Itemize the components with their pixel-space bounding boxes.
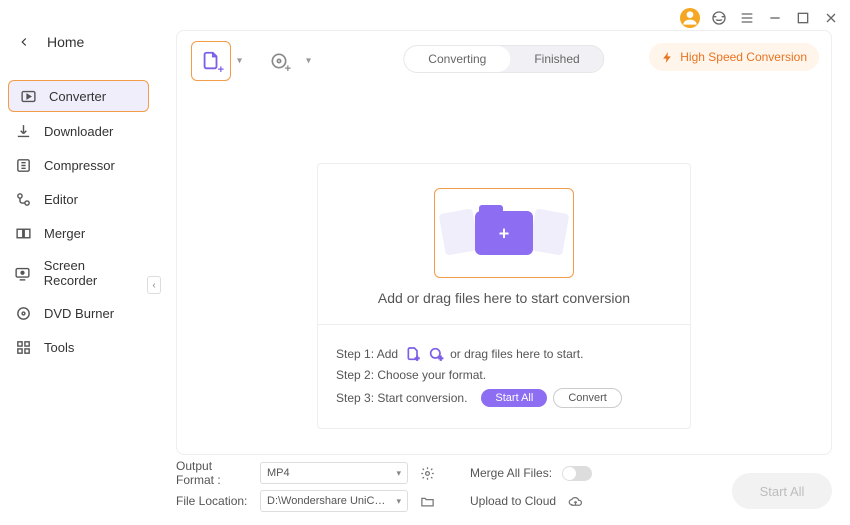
maximize-icon[interactable] [794,9,812,27]
back-button[interactable]: Home [0,28,155,56]
svg-text:+: + [415,353,419,361]
converter-icon [19,87,37,105]
chevron-down-icon[interactable]: ▾ [306,56,311,67]
sidebar-item-label: Merger [44,226,85,241]
chevron-down-icon[interactable]: ▾ [237,56,242,67]
settings-icon[interactable] [418,464,436,482]
add-file-button[interactable]: + ▾ [191,41,231,81]
avatar[interactable] [680,8,700,28]
back-label: Home [47,34,84,50]
tools-icon [14,338,32,356]
sidebar: Home Converter Downloader Compressor Edi… [0,0,155,525]
cloud-upload-icon[interactable] [566,492,584,510]
file-location-label: File Location: [176,494,250,508]
main-panel: + ▾ + ▾ Converting Finished High Speed C… [176,30,832,455]
compressor-icon [14,156,32,174]
disc-plus-icon: + [427,345,444,362]
sidebar-item-screen-recorder[interactable]: Screen Recorder [0,250,155,296]
high-speed-label: High Speed Conversion [680,50,807,64]
chevron-down-icon: ▾ [396,468,401,479]
drop-area[interactable]: + Add or drag files here to start conver… [317,163,691,429]
merger-icon [14,224,32,242]
step2-text: Step 2: Choose your format. [336,368,486,382]
sidebar-item-downloader[interactable]: Downloader [0,114,155,148]
sidebar-item-merger[interactable]: Merger [0,216,155,250]
output-format-select[interactable]: MP4 ▾ [260,462,408,484]
sidebar-item-label: Screen Recorder [44,258,141,288]
sidebar-item-label: Tools [44,340,74,355]
screen-recorder-icon [14,264,32,282]
sidebar-item-label: Editor [44,192,78,207]
file-plus-icon: + [404,345,421,362]
add-dvd-button[interactable]: + ▾ [259,41,299,81]
step1-prefix: Step 1: Add [336,347,398,361]
chevron-down-icon: ▾ [396,496,401,507]
convert-pill[interactable]: Convert [553,388,622,408]
output-format-value: MP4 [267,467,290,479]
close-icon[interactable] [822,9,840,27]
sidebar-item-compressor[interactable]: Compressor [0,148,155,182]
downloader-icon [14,122,32,140]
sidebar-item-label: DVD Burner [44,306,114,321]
tab-converting[interactable]: Converting [404,46,510,72]
drop-message: Add or drag files here to start conversi… [318,290,690,306]
sidebar-item-label: Compressor [44,158,115,173]
start-all-button[interactable]: Start All [732,473,832,509]
high-speed-button[interactable]: High Speed Conversion [649,43,819,71]
merge-label: Merge All Files: [470,466,552,480]
file-location-select[interactable]: D:\Wondershare UniConverter 1 ▾ [260,490,408,512]
sidebar-item-label: Downloader [44,124,113,139]
sidebar-item-tools[interactable]: Tools [0,330,155,364]
tab-finished[interactable]: Finished [510,46,603,72]
open-folder-icon[interactable] [418,492,436,510]
step3-text: Step 3: Start conversion. [336,391,467,405]
file-location-value: D:\Wondershare UniConverter 1 [267,495,387,507]
footer: Output Format : MP4 ▾ Merge All Files: F… [176,459,832,515]
sidebar-item-converter[interactable]: Converter [8,80,149,112]
step1-suffix: or drag files here to start. [450,347,583,361]
minimize-icon[interactable] [766,9,784,27]
sidebar-item-label: Converter [49,89,106,104]
menu-icon[interactable] [738,9,756,27]
folder-icon: + [475,211,533,255]
editor-icon [14,190,32,208]
tab-segmented: Converting Finished [403,45,604,73]
merge-toggle[interactable] [562,466,592,481]
upload-label: Upload to Cloud [470,494,556,508]
svg-text:+: + [438,353,442,361]
add-folder-box[interactable]: + [434,188,574,278]
support-icon[interactable] [710,9,728,27]
output-format-label: Output Format : [176,459,250,487]
sidebar-item-editor[interactable]: Editor [0,182,155,216]
sidebar-item-dvd-burner[interactable]: DVD Burner [0,296,155,330]
start-all-pill[interactable]: Start All [481,389,547,407]
dvd-burner-icon [14,304,32,322]
sidebar-collapse-handle[interactable]: ‹ [147,276,161,294]
